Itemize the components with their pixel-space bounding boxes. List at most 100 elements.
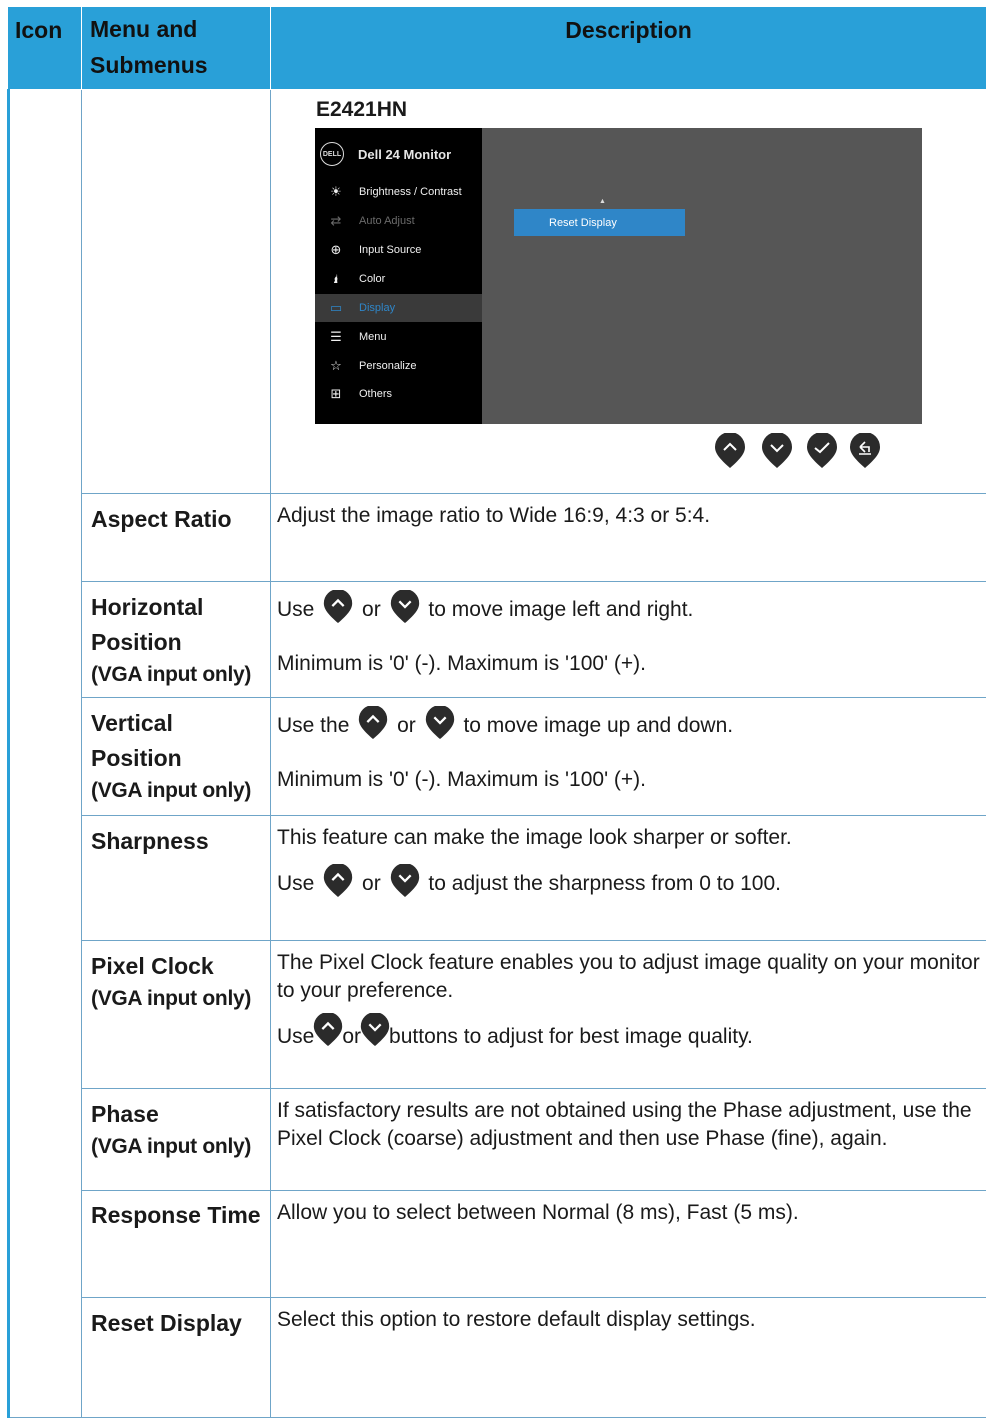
up-arrow-button-icon	[312, 1013, 344, 1047]
table-row-horizontal-position: Horizontal Position (VGA input only) Use…	[9, 582, 986, 698]
osd-item-input-source[interactable]: ⊕ Input Source	[315, 236, 482, 264]
osd-item-label: Personalize	[359, 360, 416, 372]
desc-text: Minimum is '0' (-). Maximum is '100' (+)…	[277, 650, 980, 678]
desc-text: buttons to adjust for best image quality…	[389, 1025, 753, 1048]
brightness-icon: ☀	[327, 184, 345, 200]
osd-item-label: Others	[359, 388, 392, 400]
osd-item-label: Menu	[359, 331, 387, 343]
osd-header: DELL Dell 24 Monitor	[320, 142, 451, 166]
desc-cell: If satisfactory results are not obtained…	[271, 1089, 986, 1191]
desc-cell: Select this option to restore default di…	[271, 1298, 986, 1418]
desc-cell: Adjust the image ratio to Wide 16:9, 4:3…	[271, 494, 986, 582]
dell-logo: DELL	[320, 142, 344, 166]
menu-title-horizontal-position: Horizontal Position	[91, 590, 264, 660]
osd-item-others[interactable]: ⊞ Others	[315, 380, 482, 408]
desc-text: If satisfactory results are not obtained…	[277, 1097, 980, 1153]
header-description: Description	[271, 7, 986, 90]
others-icon: ⊞	[327, 386, 345, 402]
personalize-icon: ☆	[327, 358, 345, 374]
desc-text: This feature can make the image look sha…	[277, 824, 980, 852]
osd-main-menu: DELL Dell 24 Monitor ☀ Brightness / Cont…	[315, 128, 482, 424]
down-arrow-button-icon	[424, 706, 456, 740]
osd-item-label: Auto Adjust	[359, 215, 415, 227]
osd-monitor-title: Dell 24 Monitor	[358, 147, 451, 162]
desc-paragraph: Use or to adjust the sharpness from 0 to…	[277, 870, 980, 898]
osd-item-personalize[interactable]: ☆ Personalize	[315, 352, 482, 380]
table-row-vertical-position: Vertical Position (VGA input only) Use t…	[9, 698, 986, 816]
desc-text: to move image up and down.	[463, 714, 733, 737]
osd-item-display[interactable]: ▭ Display	[315, 294, 482, 322]
desc-text: Use	[277, 1025, 314, 1048]
display-icon: ▭	[327, 300, 345, 316]
down-arrow-button-icon	[389, 864, 421, 898]
menu-cell: Response Time	[82, 1191, 271, 1298]
down-arrow-button-icon	[389, 590, 421, 624]
menu-title-pixel-clock: Pixel Clock	[91, 949, 264, 984]
table-header-row: Icon Menu and Submenus Description	[9, 7, 986, 90]
desc-paragraph: Use the or to move image up and down.	[277, 712, 980, 740]
color-icon: 🖠	[327, 271, 345, 287]
table-row-sharpness: Sharpness This feature can make the imag…	[9, 816, 986, 941]
osd-item-brightness-contrast[interactable]: ☀ Brightness / Contrast	[315, 178, 482, 206]
desc-text: Use the	[277, 714, 349, 737]
icon-column-cell	[9, 90, 82, 1418]
header-menu-line1: Menu and	[90, 16, 197, 42]
menu-title-vertical-position: Vertical Position	[91, 706, 264, 776]
menu-title-response-time: Response Time	[91, 1199, 264, 1231]
back-button-icon[interactable]	[849, 433, 881, 469]
menu-cell: Sharpness	[82, 816, 271, 941]
desc-cell: Allow you to select between Normal (8 ms…	[271, 1191, 986, 1298]
manual-page: Icon Menu and Submenus Description E2421…	[0, 0, 986, 1407]
menu-cell: Horizontal Position (VGA input only)	[82, 582, 271, 698]
table-row-response-time: Response Time Allow you to select betwee…	[9, 1191, 986, 1298]
desc-text: or	[362, 598, 381, 621]
header-menu-line2: Submenus	[90, 52, 208, 78]
menu-title-reset-display: Reset Display	[91, 1306, 264, 1341]
osd-submenu-reset-display[interactable]: Reset Display	[514, 209, 685, 236]
osd-item-color[interactable]: 🖠 Color	[315, 265, 482, 293]
menu-title-sharpness: Sharpness	[91, 824, 264, 859]
menu-cell: Aspect Ratio	[82, 494, 271, 582]
osd-screen: DELL Dell 24 Monitor ☀ Brightness / Cont…	[315, 128, 922, 424]
confirm-button-icon[interactable]	[806, 433, 838, 469]
desc-cell: The Pixel Clock feature enables you to a…	[271, 941, 986, 1089]
desc-paragraph: Useorbuttons to adjust for best image qu…	[277, 1023, 980, 1051]
menu-title-phase: Phase	[91, 1097, 264, 1132]
table-row-pixel-clock: Pixel Clock (VGA input only) The Pixel C…	[9, 941, 986, 1089]
menu-cell: Vertical Position (VGA input only)	[82, 698, 271, 816]
menu-cell: Pixel Clock (VGA input only)	[82, 941, 271, 1089]
desc-text: Use	[277, 872, 314, 895]
table-row-reset-display: Reset Display Select this option to rest…	[9, 1298, 986, 1418]
desc-text: Allow you to select between Normal (8 ms…	[277, 1199, 980, 1227]
desc-text: Adjust the image ratio to Wide 16:9, 4:3…	[277, 502, 980, 530]
desc-cell: This feature can make the image look sha…	[271, 816, 986, 941]
up-button-icon[interactable]	[714, 433, 746, 469]
up-arrow-button-icon	[322, 590, 354, 624]
osd-model-label: E2421HN	[316, 98, 407, 122]
desc-text: The Pixel Clock feature enables you to a…	[277, 949, 980, 1005]
osd-figure-menu-cell	[82, 90, 271, 494]
desc-text: Use	[277, 598, 314, 621]
desc-paragraph: Use or to move image left and right.	[277, 596, 980, 624]
desc-text: or	[362, 872, 381, 895]
osd-item-label: Display	[359, 302, 395, 314]
down-button-icon[interactable]	[761, 433, 793, 469]
down-arrow-button-icon	[359, 1013, 391, 1047]
table-row-phase: Phase (VGA input only) If satisfactory r…	[9, 1089, 986, 1191]
menu-note: (VGA input only)	[91, 1132, 264, 1162]
osd-item-menu[interactable]: ☰ Menu	[315, 323, 482, 351]
osd-item-label: Input Source	[359, 244, 421, 256]
desc-text: to move image left and right.	[428, 598, 693, 621]
menu-cell: Reset Display	[82, 1298, 271, 1418]
osd-item-label: Brightness / Contrast	[359, 186, 462, 198]
auto-adjust-icon: ⇄	[327, 213, 345, 229]
desc-text: Minimum is '0' (-). Maximum is '100' (+)…	[277, 766, 980, 794]
menu-title-aspect-ratio: Aspect Ratio	[91, 502, 264, 537]
menu-note: (VGA input only)	[91, 984, 264, 1014]
menu-cell: Phase (VGA input only)	[82, 1089, 271, 1191]
input-source-icon: ⊕	[327, 242, 345, 258]
osd-figure: E2421HN DELL Dell 24 Monitor ☀ Brightnes…	[271, 90, 986, 482]
osd-figure-cell: E2421HN DELL Dell 24 Monitor ☀ Brightnes…	[271, 90, 986, 494]
menu-icon: ☰	[327, 329, 345, 345]
table-row-aspect-ratio: Aspect Ratio Adjust the image ratio to W…	[9, 494, 986, 582]
